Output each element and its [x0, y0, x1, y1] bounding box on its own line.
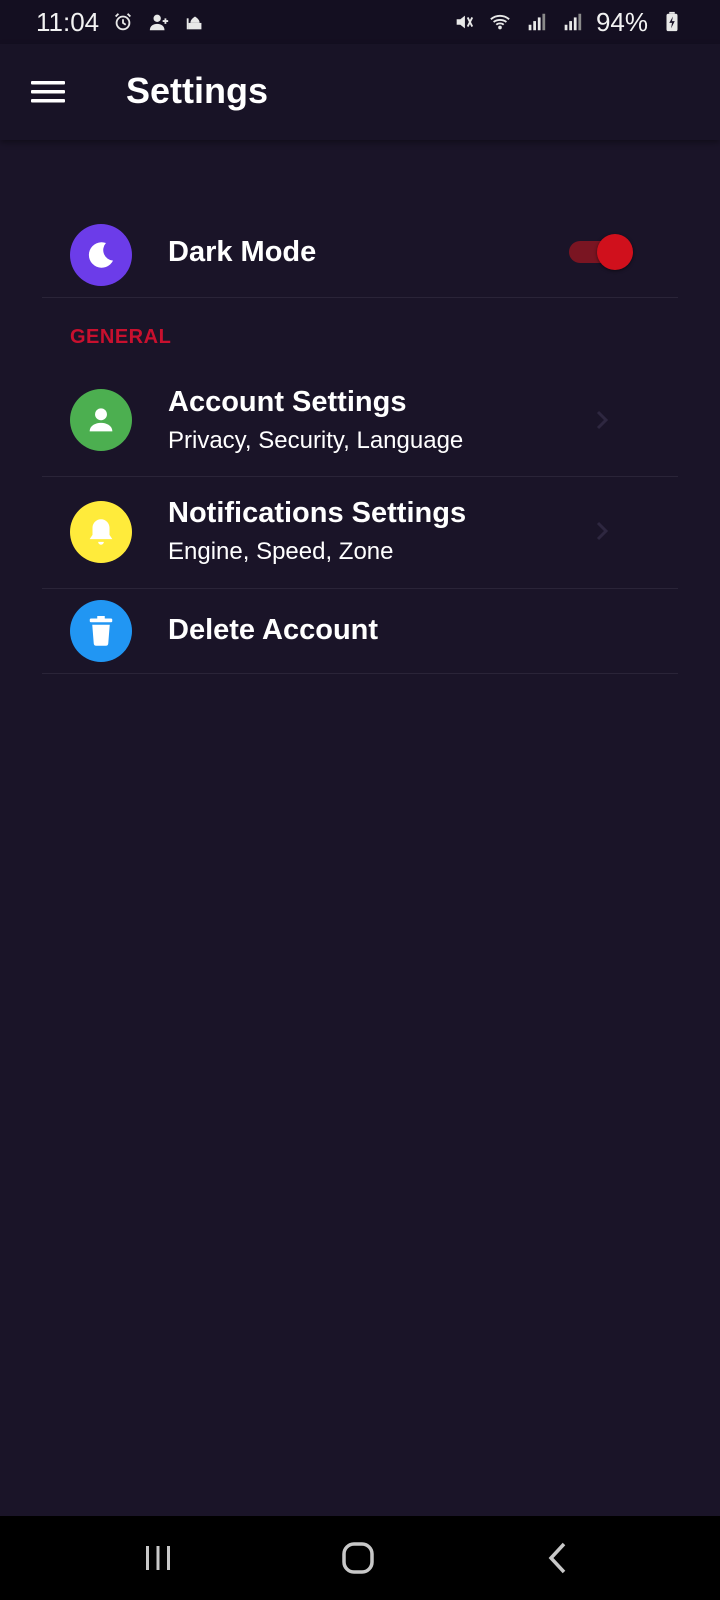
moon-icon [88, 242, 114, 268]
back-icon [548, 1542, 566, 1574]
trash-icon [89, 616, 113, 646]
delete-account-title: Delete Account [168, 614, 379, 646]
notifications-settings-row[interactable]: Notifications Settings Engine, Speed, Zo… [42, 478, 678, 589]
battery-charging-icon [660, 10, 684, 34]
bell-icon [89, 519, 113, 545]
notifications-settings-avatar [70, 501, 132, 563]
dark-mode-label: Dark Mode [168, 236, 317, 268]
status-right: 94% [452, 7, 684, 38]
alarm-icon [111, 10, 135, 34]
dark-mode-row[interactable]: Dark Mode [42, 212, 678, 298]
delete-account-row[interactable]: Delete Account [42, 590, 678, 674]
status-time: 11:04 [36, 6, 100, 37]
account-settings-subtitle: Privacy, Security, Language [168, 427, 464, 454]
toggle-thumb [597, 234, 633, 270]
account-settings-title: Account Settings [168, 386, 407, 418]
menu-button[interactable] [28, 72, 68, 112]
section-header-general: GENERAL [70, 326, 172, 348]
recent-apps-button[interactable] [136, 1536, 180, 1580]
system-nav-bar [0, 1516, 720, 1600]
home-button[interactable] [336, 1536, 380, 1580]
chevron-right-icon [592, 405, 612, 435]
notifications-settings-title: Notifications Settings [168, 497, 467, 529]
account-settings-row[interactable]: Account Settings Privacy, Security, Lang… [42, 367, 678, 477]
recent-apps-icon [146, 1546, 170, 1570]
app-bar: Settings [0, 44, 720, 140]
home-icon [342, 1542, 374, 1574]
signal-icon [560, 10, 584, 34]
signal-icon [524, 10, 548, 34]
chevron-right-icon [592, 516, 612, 546]
person-icon [89, 408, 113, 432]
person-add-icon [147, 10, 171, 34]
mosque-icon [183, 10, 207, 34]
battery-percent: 94% [595, 6, 648, 37]
mute-icon [452, 10, 476, 34]
dark-mode-avatar [70, 224, 132, 286]
status-left: 11:04 [36, 7, 207, 38]
status-bar: 11:04 94% [0, 0, 720, 44]
wifi-icon [488, 10, 512, 34]
dark-mode-toggle[interactable] [569, 232, 635, 270]
delete-account-avatar [70, 600, 132, 662]
notifications-settings-subtitle: Engine, Speed, Zone [168, 538, 394, 565]
hamburger-menu-icon [31, 81, 65, 103]
page-title: Settings [126, 70, 269, 111]
back-button[interactable] [536, 1536, 580, 1580]
account-settings-avatar [70, 389, 132, 451]
